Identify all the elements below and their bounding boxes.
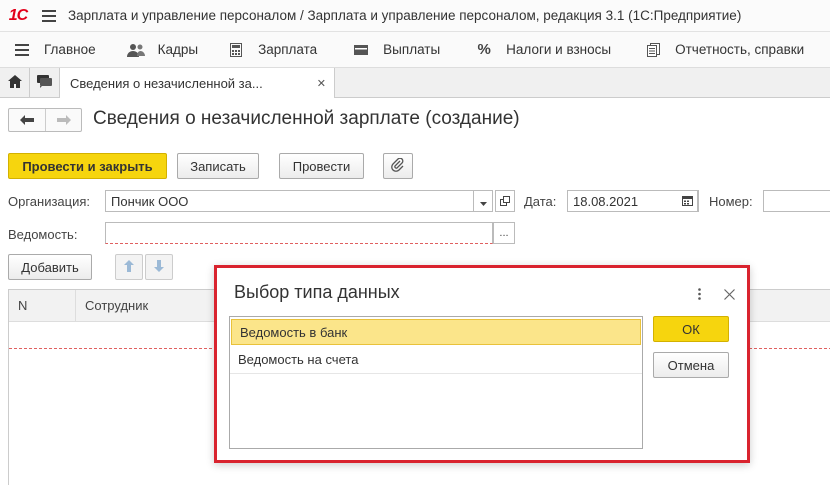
page-title: Сведения о незачисленной зарплате (созда…: [93, 108, 520, 129]
wallet-icon: [351, 44, 371, 55]
section-taxes-label: Налоги и взносы: [506, 42, 612, 57]
number-label: Номер:: [709, 194, 753, 209]
move-up-button[interactable]: [115, 254, 143, 280]
section-main-label: Главное: [44, 42, 96, 57]
section-reports-label: Отчетность, справки: [675, 42, 805, 57]
post-and-close-button[interactable]: Провести и закрыть: [8, 153, 167, 179]
list-item-bank-statement[interactable]: Ведомость в банк: [231, 319, 641, 345]
section-taxes[interactable]: % Налоги и взносы: [464, 32, 621, 68]
main-menu-icon[interactable]: [36, 0, 62, 32]
percent-icon: %: [477, 41, 491, 58]
attach-file-button[interactable]: [383, 153, 413, 179]
app-title: Зарплата и управление персоналом / Зарпл…: [68, 8, 742, 23]
back-button[interactable]: [9, 109, 45, 131]
arrow-up-icon: [124, 259, 134, 275]
dropdown-arrow-icon: [479, 194, 487, 209]
organization-label: Организация:: [8, 194, 91, 209]
menu-icon: [12, 43, 32, 56]
dialog-title: Выбор типа данных: [234, 282, 400, 302]
tab-document[interactable]: Сведения о незачисленной за... ✕: [60, 68, 335, 98]
chat-icon: [37, 75, 52, 91]
add-row-button[interactable]: Добавить: [8, 254, 92, 280]
ellipsis-icon: ...: [499, 226, 509, 239]
date-value: 18.08.2021: [573, 193, 639, 209]
tab-document-label: Сведения о незачисленной за...: [70, 75, 263, 91]
number-field[interactable]: [763, 190, 830, 212]
section-payments-label: Выплаты: [383, 42, 441, 57]
calendar-icon: [682, 194, 693, 209]
calculator-icon: [226, 42, 246, 57]
column-header-number[interactable]: N: [9, 290, 76, 321]
section-staff-label: Кадры: [157, 42, 199, 57]
open-windows-bar: Сведения о незачисленной за... ✕: [0, 68, 830, 98]
save-button[interactable]: Записать: [177, 153, 259, 179]
data-type-selection-dialog: Выбор типа данных Ведомость в банк Ведом…: [214, 265, 750, 463]
arrow-left-icon: [20, 113, 34, 128]
tab-close-icon[interactable]: ✕: [317, 77, 326, 90]
organization-open-button[interactable]: [495, 190, 515, 212]
organization-value: Пончик ООО: [111, 193, 189, 209]
section-reports[interactable]: Отчетность, справки: [633, 32, 814, 68]
more-actions-icon[interactable]: [693, 284, 705, 304]
ok-button[interactable]: ОК: [653, 316, 729, 342]
home-tab[interactable]: [0, 68, 30, 98]
section-main[interactable]: Главное: [0, 32, 106, 68]
reports-icon: [643, 42, 663, 57]
discussions-tab[interactable]: [30, 68, 60, 98]
statement-select-button[interactable]: ...: [493, 222, 515, 244]
people-icon: [126, 43, 146, 57]
organization-field[interactable]: Пончик ООО: [105, 190, 493, 212]
section-salary[interactable]: Зарплата: [216, 32, 327, 68]
arrow-down-icon: [154, 259, 164, 275]
home-icon: [7, 75, 22, 91]
date-label: Дата:: [524, 194, 557, 209]
dialog-close-icon[interactable]: [720, 284, 738, 304]
post-button[interactable]: Провести: [279, 153, 364, 179]
statement-field[interactable]: [105, 222, 493, 244]
sections-panel: Главное Кадры Зарплата Выплаты % Налоги …: [0, 32, 830, 68]
statement-label: Ведомость:: [8, 227, 78, 242]
app-logo[interactable]: 1С: [0, 0, 36, 32]
list-item-accounts-statement[interactable]: Ведомость на счета: [230, 345, 642, 374]
cancel-button[interactable]: Отмена: [653, 352, 729, 378]
section-salary-label: Зарплата: [258, 42, 318, 57]
arrow-right-icon: [56, 113, 71, 128]
section-payments[interactable]: Выплаты: [341, 32, 450, 68]
paperclip-icon: [391, 157, 405, 175]
title-bar: 1С Зарплата и управление персоналом / За…: [0, 0, 830, 32]
data-type-list[interactable]: Ведомость в банк Ведомость на счета: [229, 316, 643, 449]
section-staff[interactable]: Кадры: [116, 32, 208, 68]
open-link-icon: [500, 194, 510, 209]
move-down-button[interactable]: [145, 254, 173, 280]
forward-button[interactable]: [45, 109, 81, 131]
navigation-buttons: [8, 108, 82, 132]
calendar-button[interactable]: [678, 190, 698, 212]
organization-dropdown-button[interactable]: [473, 190, 493, 212]
